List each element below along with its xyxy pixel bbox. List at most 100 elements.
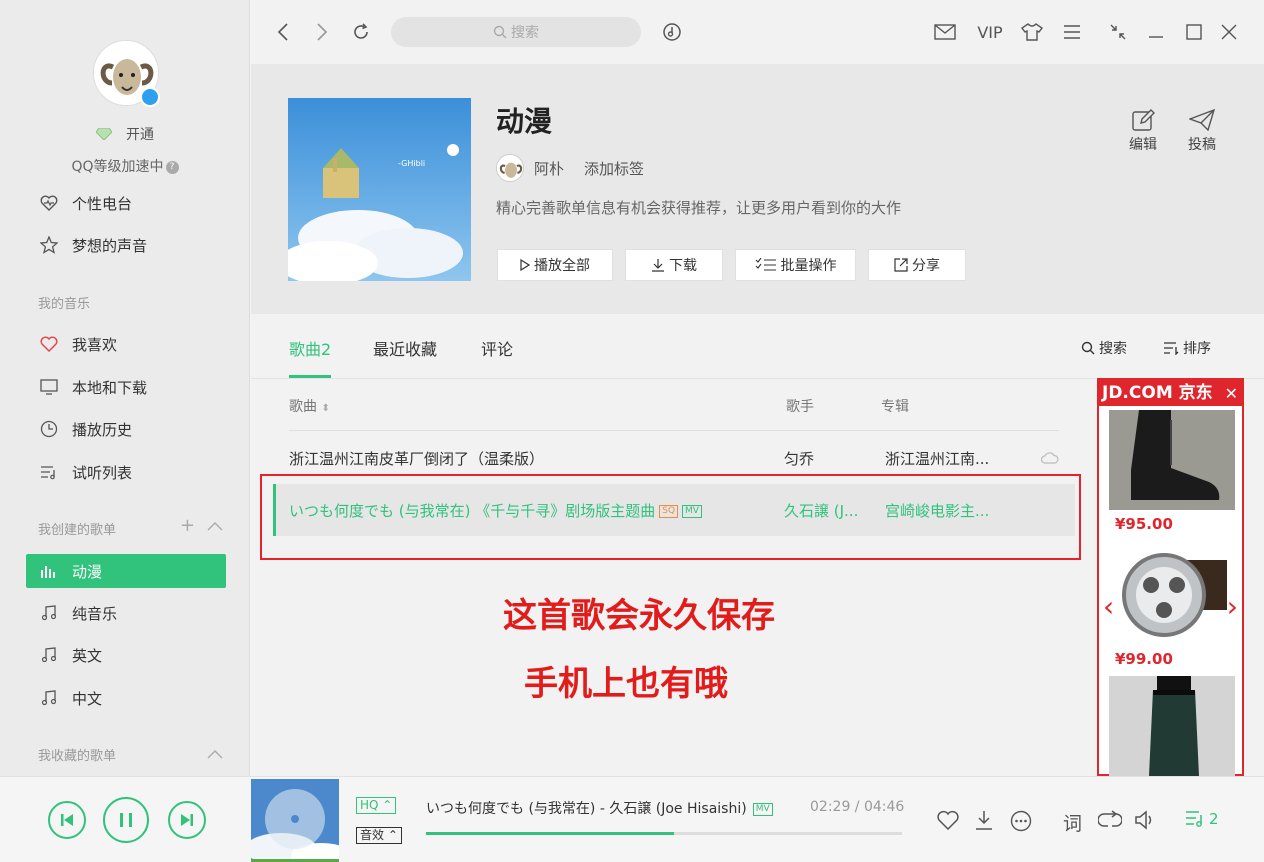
mini-mode-icon[interactable] — [1106, 20, 1130, 44]
edit-icon — [1132, 109, 1155, 131]
tab-comments[interactable]: 评论 — [481, 336, 513, 360]
music-note-icon — [38, 603, 60, 623]
ad-next-icon[interactable]: › — [1227, 590, 1238, 623]
ad-brand: JD.COM 京东 — [1099, 380, 1242, 406]
batch-label: 批量操作 — [780, 258, 837, 274]
sidebar-item-favorites[interactable]: 我喜欢 — [26, 327, 226, 361]
previous-track-button[interactable] — [48, 801, 86, 839]
vip-open-label: 开通 — [126, 127, 154, 143]
sort-button[interactable]: 排序 — [1163, 338, 1211, 358]
creator-name[interactable]: 阿朴 — [534, 158, 564, 179]
creator-avatar[interactable] — [496, 154, 524, 182]
sidebar-item-english[interactable]: 英文 — [26, 638, 226, 672]
sidebar-item-local[interactable]: 本地和下载 — [26, 370, 226, 404]
song-album[interactable]: 浙江温州江南... — [885, 448, 1005, 469]
skin-icon[interactable] — [1020, 20, 1044, 44]
next-track-button[interactable] — [168, 801, 206, 839]
sidebar-item-radio[interactable]: 个性电台 — [26, 186, 226, 220]
download-button[interactable]: 下载 — [625, 249, 723, 281]
share-button[interactable]: 分享 — [868, 249, 966, 281]
jd-advertisement[interactable]: JD.COM 京东 ✕ ¥95.00 ¥99.00 ‹ › — [1097, 378, 1244, 776]
column-header-song[interactable]: 歌曲 ⬍ — [289, 396, 330, 416]
forward-icon[interactable] — [310, 20, 334, 44]
clock-icon — [38, 419, 60, 439]
play-all-button[interactable]: 播放全部 — [497, 249, 613, 281]
sidebar-item-pure-music[interactable]: 纯音乐 — [26, 596, 226, 630]
like-icon[interactable] — [937, 810, 959, 830]
more-icon[interactable] — [1010, 810, 1032, 832]
lyrics-button[interactable]: 词 — [1063, 809, 1082, 836]
submit-button[interactable]: 投稿 — [1182, 106, 1222, 154]
playlist-description[interactable]: 精心完善歌单信息有机会获得推荐，让更多用户看到你的大作 — [496, 197, 901, 218]
accel-status: QQ等级加速中? — [0, 156, 250, 176]
song-title[interactable]: 浙江温州江南皮革厂倒闭了（温柔版） — [289, 448, 769, 469]
collapse-icon[interactable] — [207, 515, 223, 536]
mv-badge[interactable]: MV — [752, 802, 773, 816]
loop-icon[interactable] — [1098, 810, 1122, 830]
minimize-icon[interactable] — [1144, 20, 1168, 44]
mail-icon[interactable] — [933, 20, 957, 44]
song-singer[interactable]: 匀乔 — [784, 448, 864, 469]
quality-label: HQ — [360, 798, 379, 812]
playlist-queue-button[interactable]: 2 — [1185, 810, 1219, 828]
add-playlist-icon[interactable]: + — [180, 515, 195, 536]
vip-button[interactable]: VIP — [975, 20, 1005, 44]
playlist-title: 动漫 — [496, 105, 553, 138]
sidebar-item-history[interactable]: 播放历史 — [26, 412, 226, 446]
chevron-up-icon: ⌃ — [382, 798, 393, 812]
vip-open-link[interactable]: 开通 — [96, 124, 154, 144]
column-header-album: 专辑 — [881, 399, 909, 415]
progress-bar[interactable] — [426, 832, 902, 835]
download-icon[interactable] — [974, 810, 994, 830]
add-tag-link[interactable]: 添加标签 — [584, 158, 644, 179]
sort-toggle-icon[interactable]: ⬍ — [321, 403, 329, 414]
pause-icon — [120, 813, 132, 827]
refresh-icon[interactable] — [349, 20, 373, 44]
monitor-icon — [38, 377, 60, 397]
send-icon — [1189, 109, 1215, 131]
ad-prev-icon[interactable]: ‹ — [1103, 590, 1114, 623]
search-input[interactable]: 搜索 — [391, 17, 641, 47]
column-header-singer: 歌手 — [786, 399, 814, 415]
search-icon — [1081, 341, 1095, 355]
back-icon[interactable] — [271, 20, 295, 44]
cloud-icon — [1041, 450, 1059, 468]
sidebar-item-chinese[interactable]: 中文 — [26, 681, 226, 715]
music-recognition-icon[interactable] — [660, 20, 684, 44]
now-playing-cover[interactable] — [251, 779, 339, 862]
watch-image — [1109, 540, 1235, 650]
header-divider — [289, 430, 1059, 431]
next-icon — [181, 814, 193, 826]
collapse-icon[interactable] — [207, 743, 223, 764]
close-ad-icon[interactable]: ✕ — [1225, 384, 1238, 403]
sort-label: 排序 — [1183, 341, 1211, 357]
sidebar-item-label: 本地和下载 — [72, 378, 148, 397]
menu-icon[interactable] — [1060, 20, 1084, 44]
list-search-button[interactable]: 搜索 — [1081, 338, 1127, 358]
sidebar: 开通 QQ等级加速中? 个性电台 梦想的声音 我的音乐 我喜欢 本地和下载 播放… — [0, 0, 250, 776]
sidebar-item-anime[interactable]: 动漫 — [26, 554, 226, 588]
close-icon[interactable] — [1217, 20, 1241, 44]
sort-icon — [1164, 342, 1179, 355]
tab-songs[interactable]: 歌曲2 — [289, 336, 331, 360]
headphones-icon — [298, 255, 316, 272]
sidebar-item-trial-list[interactable]: 试听列表 — [26, 455, 226, 489]
pause-button[interactable] — [103, 797, 149, 843]
batch-operation-button[interactable]: 批量操作 — [735, 249, 856, 281]
edit-button[interactable]: 编辑 — [1123, 106, 1163, 154]
now-playing-title[interactable]: いつも何度でも (与我常在) - 久石譲 (Joe Hisaishi) MV — [426, 798, 773, 818]
help-icon[interactable]: ? — [165, 160, 179, 174]
now-playing-title-text: いつも何度でも (与我常在) - 久石譲 (Joe Hisaishi) — [426, 801, 747, 817]
active-tab-indicator — [289, 375, 331, 378]
ad-price-2: ¥99.00 — [1115, 650, 1173, 668]
chevron-up-icon: ⌃ — [387, 828, 398, 842]
tab-recent[interactable]: 最近收藏 — [373, 336, 437, 360]
sound-effect-selector[interactable]: 音效 ⌃ — [356, 827, 402, 844]
sidebar-item-label: 纯音乐 — [72, 604, 118, 623]
maximize-icon[interactable] — [1182, 20, 1206, 44]
playlist-header: -GHibli 16 动漫 阿朴 添加标签 精心完善歌单信息有机会获得推荐，让更… — [251, 64, 1264, 314]
my-music-section-label: 我的音乐 — [38, 297, 91, 312]
volume-icon[interactable] — [1134, 810, 1156, 830]
quality-selector[interactable]: HQ ⌃ — [356, 797, 397, 814]
sidebar-item-dream-voice[interactable]: 梦想的声音 — [26, 228, 226, 262]
